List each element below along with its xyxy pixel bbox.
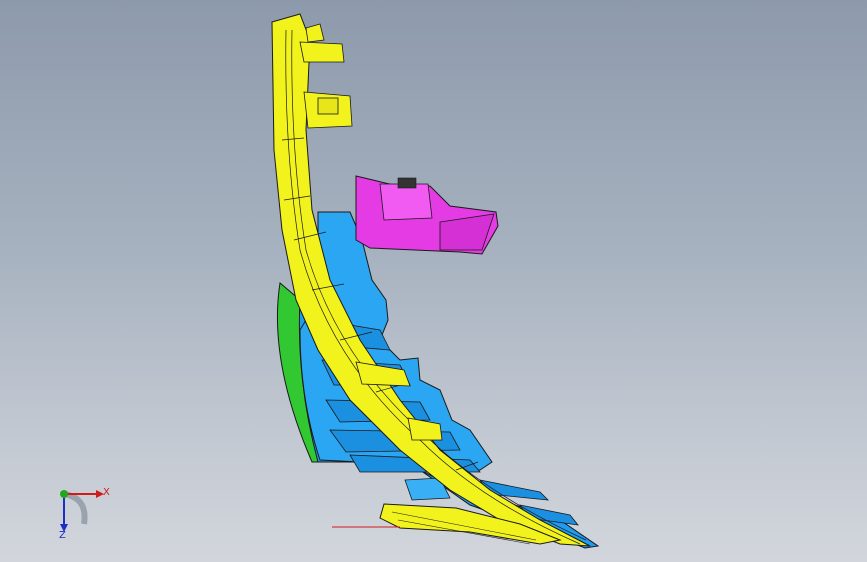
triad-gray-arc — [63, 491, 88, 525]
y-axis-dot — [60, 490, 68, 498]
x-axis-label: X — [103, 487, 110, 498]
axis-triad — [60, 490, 104, 532]
magenta-connector — [397, 177, 417, 189]
cad-model[interactable] — [0, 0, 867, 562]
3d-viewport[interactable]: X Z — [0, 0, 867, 562]
z-axis-label: Z — [59, 530, 66, 541]
magenta-bracket-top — [379, 183, 433, 221]
